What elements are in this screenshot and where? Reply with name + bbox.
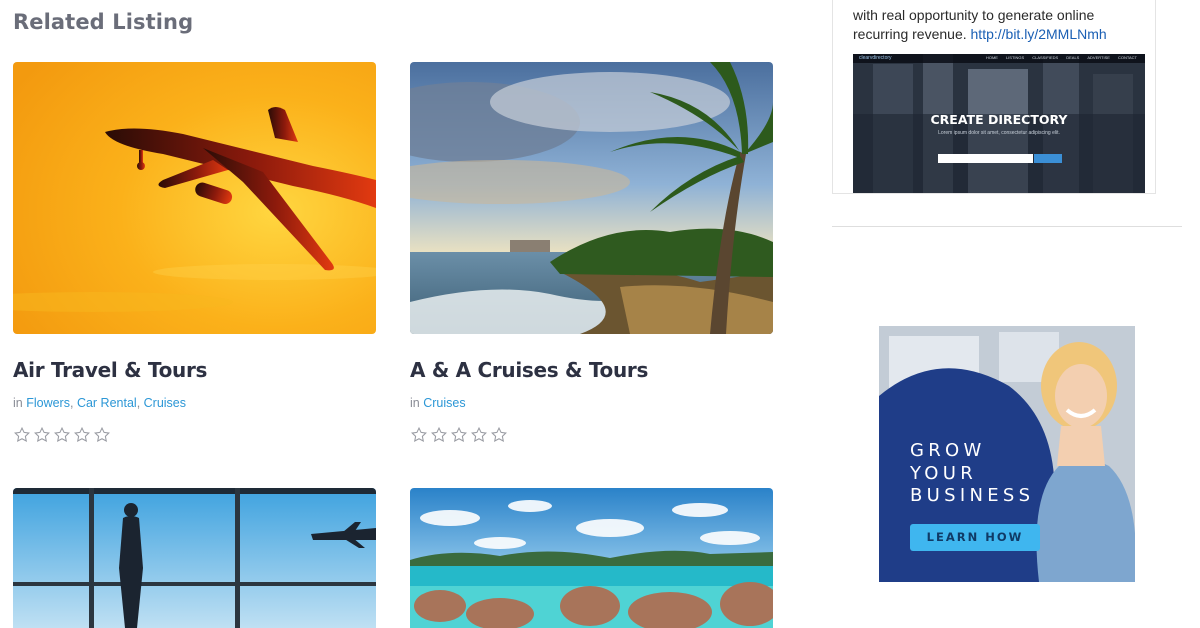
listing-card[interactable] [410, 488, 773, 628]
star-icon[interactable] [53, 426, 71, 444]
star-icon[interactable] [13, 426, 31, 444]
listing-card[interactable] [13, 488, 376, 628]
preview-subtext: Lorem ipsum dolor sit amet, consectetur … [938, 130, 1060, 136]
learn-how-button[interactable]: LEARN HOW [910, 524, 1040, 551]
listing-image-airport[interactable] [13, 488, 376, 628]
listing-categories: in Flowers, Car Rental, Cruises [13, 396, 187, 410]
listing-categories: in Cruises [410, 396, 466, 410]
listing-card[interactable]: A & A Cruises & Tours in Cruises [410, 62, 773, 444]
section-title: Related Listing [13, 10, 194, 34]
sidebar-divider [832, 226, 1182, 227]
listing-title[interactable]: Air Travel & Tours [13, 358, 376, 382]
star-rating[interactable] [410, 426, 773, 444]
star-icon[interactable] [33, 426, 51, 444]
cropped-text-line [853, 0, 1153, 6]
star-icon[interactable] [410, 426, 428, 444]
listing-image-airplane[interactable] [13, 62, 376, 334]
sidebar-widget: with real opportunity to generate online… [832, 0, 1156, 194]
preview-search-input [938, 154, 1033, 163]
category-link[interactable]: Car Rental [77, 396, 137, 410]
preview-headline: CREATE DIRECTORY [930, 112, 1068, 127]
star-icon[interactable] [490, 426, 508, 444]
star-icon[interactable] [430, 426, 448, 444]
preview-search-button [1034, 154, 1062, 163]
ad-headline: GROW YOUR BUSINESS [910, 440, 1035, 506]
promo-text-block: with real opportunity to generate online… [853, 0, 1153, 44]
star-icon[interactable] [73, 426, 91, 444]
preview-nav: clearvdirectory HOME LISTINGS CLASSIFIED… [853, 54, 1145, 63]
grow-business-ad[interactable]: GROW YOUR BUSINESS LEARN HOW [879, 326, 1135, 582]
listing-card[interactable]: Air Travel & Tours in Flowers, Car Renta… [13, 62, 376, 444]
listing-image-beach[interactable] [410, 62, 773, 334]
listing-image-rocks-beach[interactable] [410, 488, 773, 628]
category-link[interactable]: Cruises [144, 396, 186, 410]
star-icon[interactable] [450, 426, 468, 444]
promo-link[interactable]: http://bit.ly/2MMLNmh [971, 26, 1107, 42]
category-link[interactable]: Flowers [26, 396, 70, 410]
category-link[interactable]: Cruises [423, 396, 465, 410]
star-rating[interactable] [13, 426, 376, 444]
listing-title[interactable]: A & A Cruises & Tours [410, 358, 773, 382]
star-icon[interactable] [93, 426, 111, 444]
directory-preview-image[interactable]: clearvdirectory HOME LISTINGS CLASSIFIED… [853, 54, 1145, 193]
star-icon[interactable] [470, 426, 488, 444]
